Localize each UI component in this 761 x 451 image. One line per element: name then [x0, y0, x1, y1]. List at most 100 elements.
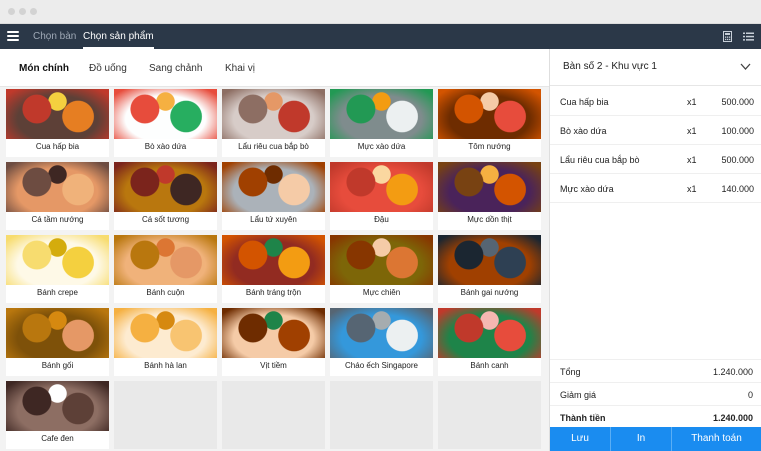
calculator-icon[interactable] [722, 31, 733, 42]
table-selector[interactable]: Bàn số 2 - Khu vực 1 [550, 49, 761, 86]
product-tile[interactable]: Cá sốt tương [114, 162, 217, 230]
menu-icon[interactable] [7, 31, 19, 41]
product-tile[interactable]: Bánh cuộn [114, 235, 217, 303]
order-item-price: 500.000 [721, 155, 754, 165]
product-tile[interactable]: Bánh crepe [6, 235, 109, 303]
product-name: Tôm nướng [468, 142, 511, 151]
product-name: Mực chiên [362, 288, 401, 297]
list-icon[interactable] [743, 31, 754, 42]
category-tabs: Món chính Đồ uống Sang chảnh Khai vị [0, 49, 549, 87]
product-tile[interactable]: Bò xào dứa [114, 89, 217, 157]
product-tile[interactable]: Tôm nướng [438, 89, 541, 157]
summary-total-label: Tổng [560, 367, 581, 377]
product-image [438, 89, 541, 139]
order-item-qty: x1 [687, 184, 697, 194]
product-tile[interactable]: Cháo ếch Singapore [330, 308, 433, 376]
category-premium[interactable]: Sang chảnh [149, 63, 202, 74]
product-tile[interactable]: Vịt tiềm [222, 308, 325, 376]
empty-tile [222, 381, 325, 449]
product-image [114, 89, 217, 139]
order-item-name: Mực xào dứa [560, 184, 614, 194]
product-name: Cá tầm nướng [31, 215, 84, 224]
order-item[interactable]: Lẩu riêu cua bắp bò x1 500.000 [550, 145, 761, 174]
product-image [222, 235, 325, 285]
summary-grand-value: 1.240.000 [712, 413, 753, 423]
product-image [222, 89, 325, 139]
product-tile[interactable]: Bánh canh [438, 308, 541, 376]
tab-select-table[interactable]: Chọn bàn [33, 24, 76, 49]
category-drinks[interactable]: Đồ uống [89, 63, 127, 74]
pay-button[interactable]: Thanh toán [672, 427, 761, 451]
order-item[interactable]: Mực xào dứa x1 140.000 [550, 174, 761, 203]
product-image [438, 235, 541, 285]
product-image [114, 162, 217, 212]
product-tile[interactable]: Cá tầm nướng [6, 162, 109, 230]
product-name: Cá sốt tương [141, 215, 190, 224]
action-buttons: Lưu In Thanh toán [550, 427, 761, 451]
product-name: Lẩu tứ xuyên [250, 215, 297, 224]
order-item-price: 100.000 [721, 126, 754, 136]
window-dot-icon [8, 8, 15, 15]
save-button[interactable]: Lưu [550, 427, 611, 451]
product-image [114, 235, 217, 285]
product-name: Bánh gai nướng [460, 288, 519, 297]
product-image [438, 162, 541, 212]
summary-grand-row: Thành tiền 1.240.000 [550, 405, 761, 428]
order-summary: Tổng 1.240.000 Giảm giá 0 Thành tiền 1.2… [550, 359, 761, 428]
window-titlebar [0, 0, 761, 24]
order-item-price: 140.000 [721, 184, 754, 194]
product-tile[interactable]: Mực xào dứa [330, 89, 433, 157]
product-image [6, 162, 109, 212]
product-name: Lẩu riêu cua bắp bò [238, 142, 309, 151]
product-name: Cafe đen [41, 434, 74, 443]
product-image [6, 381, 109, 431]
order-item-qty: x1 [687, 126, 697, 136]
product-image [438, 308, 541, 358]
window-dot-icon [19, 8, 26, 15]
product-name: Bánh tráng trộn [245, 288, 302, 297]
product-name: Mực dồn thịt [467, 215, 512, 224]
product-tile[interactable]: Mực chiên [330, 235, 433, 303]
order-item[interactable]: Bò xào dứa x1 100.000 [550, 116, 761, 145]
summary-total-row: Tổng 1.240.000 [550, 359, 761, 382]
product-panel: Món chính Đồ uống Sang chảnh Khai vị Cua… [0, 49, 549, 451]
order-panel: Bàn số 2 - Khu vực 1 Cua hấp bia x1 500.… [549, 49, 761, 451]
product-name: Cháo ếch Singapore [345, 361, 418, 370]
order-list: Cua hấp bia x1 500.000 Bò xào dứa x1 100… [550, 87, 761, 203]
chevron-down-icon [740, 63, 751, 70]
product-tile[interactable]: Bánh hà lan [114, 308, 217, 376]
window-dot-icon [30, 8, 37, 15]
order-item-name: Lẩu riêu cua bắp bò [560, 155, 640, 165]
product-image [330, 89, 433, 139]
product-name: Đậu [374, 215, 389, 224]
category-appetizers[interactable]: Khai vị [225, 63, 255, 74]
product-image [6, 308, 109, 358]
product-tile[interactable]: Cafe đen [6, 381, 109, 449]
product-tile[interactable]: Bánh tráng trộn [222, 235, 325, 303]
product-tile[interactable]: Mực dồn thịt [438, 162, 541, 230]
product-tile[interactable]: Bánh gối [6, 308, 109, 376]
product-image [114, 308, 217, 358]
empty-tile [438, 381, 541, 449]
empty-tile [114, 381, 217, 449]
print-button[interactable]: In [611, 427, 672, 451]
product-name: Bò xào dứa [144, 142, 187, 151]
order-item-price: 500.000 [721, 97, 754, 107]
product-tile[interactable]: Bánh gai nướng [438, 235, 541, 303]
product-image [330, 235, 433, 285]
product-image [330, 162, 433, 212]
product-name: Cua hấp bia [35, 142, 80, 151]
summary-total-value: 1.240.000 [712, 367, 753, 377]
tab-select-product[interactable]: Chọn sản phẩm [83, 24, 154, 49]
top-navbar: Chọn bàn Chọn sản phẩm [0, 24, 761, 49]
category-main-dishes[interactable]: Món chính [19, 63, 69, 74]
product-name: Bánh gối [41, 361, 74, 370]
product-tile[interactable]: Lẩu tứ xuyên [222, 162, 325, 230]
product-tile[interactable]: Lẩu riêu cua bắp bò [222, 89, 325, 157]
order-item[interactable]: Cua hấp bia x1 500.000 [550, 87, 761, 116]
product-name: Bánh crepe [37, 288, 78, 297]
empty-tile [330, 381, 433, 449]
order-item-name: Bò xào dứa [560, 126, 607, 136]
product-tile[interactable]: Cua hấp bia [6, 89, 109, 157]
product-tile[interactable]: Đậu [330, 162, 433, 230]
